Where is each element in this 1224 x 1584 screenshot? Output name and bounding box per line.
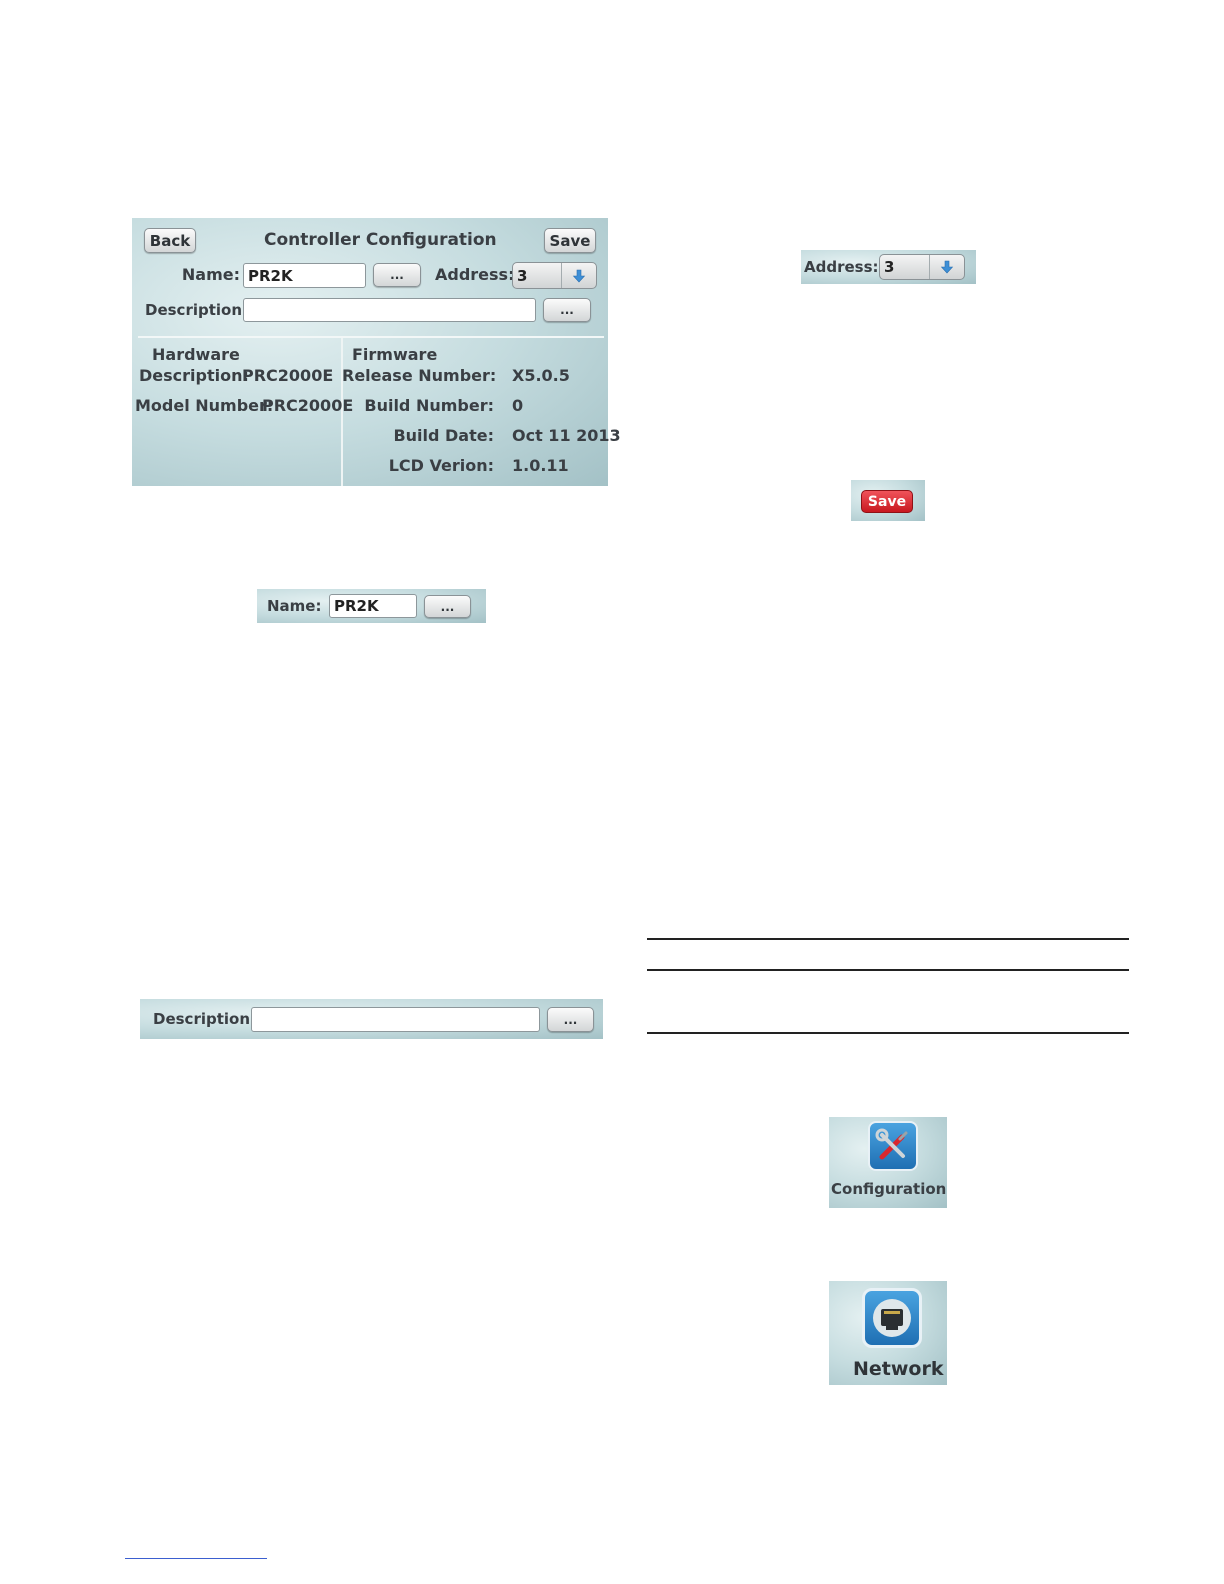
configuration-label: Configuration (831, 1180, 947, 1198)
network-tile[interactable]: Network (829, 1281, 947, 1385)
build-date-value: Oct 11 2013 (512, 426, 621, 445)
network-label: Network (853, 1358, 944, 1380)
name-edit-button[interactable]: ... (373, 263, 421, 287)
build-date-label: Build Date: (393, 426, 494, 445)
horizontal-divider (138, 336, 604, 338)
save-red-button-label: Save (867, 493, 907, 510)
table-rule-top (647, 938, 1129, 940)
hardware-heading: Hardware (152, 345, 240, 364)
description-snippet-edit-button[interactable]: ... (547, 1007, 594, 1032)
address-value: 3 (513, 263, 562, 288)
address-snippet: Address: 3 (801, 250, 976, 284)
build-number-value: 0 (512, 396, 524, 415)
address-snippet-value: 3 (880, 255, 930, 279)
name-snippet-field[interactable]: PR2K (329, 594, 417, 618)
address-label: Address: (435, 265, 515, 284)
lcd-version-label: LCD Verion: (388, 456, 494, 475)
save-red-button[interactable]: Save (861, 490, 913, 513)
description-snippet-field[interactable] (251, 1007, 540, 1032)
release-number-value: X5.0.5 (512, 366, 570, 385)
ethernet-port-icon (862, 1288, 922, 1348)
name-label: Name: (181, 265, 240, 284)
description-edit-button[interactable]: ... (543, 298, 591, 322)
table-rule-middle (647, 969, 1129, 971)
description-label: Description: (145, 301, 249, 319)
save-button[interactable]: Save (544, 228, 596, 253)
address-snippet-label: Address: (804, 258, 879, 276)
build-number-label: Build Number: (364, 396, 494, 415)
description-snippet-label: Description: (153, 1010, 257, 1028)
name-field[interactable]: PR2K (243, 263, 366, 288)
model-number-value: PRC2000E (262, 396, 354, 415)
name-snippet-label: Name: (267, 597, 322, 615)
release-number-label: Release Number: (342, 366, 497, 385)
configuration-tile[interactable]: Configuration (829, 1117, 947, 1208)
hw-description-label: Description: (139, 366, 249, 385)
hw-description-value: PRC2000E (242, 366, 334, 385)
controller-configuration-screen: Back Controller Configuration Save Name:… (132, 218, 621, 486)
description-field[interactable] (243, 298, 536, 322)
arrow-down-icon[interactable] (930, 255, 964, 279)
back-button[interactable]: Back (144, 228, 196, 253)
footnote-rule (125, 1558, 267, 1559)
description-snippet: Description: ... (140, 999, 603, 1039)
address-select[interactable]: 3 (512, 262, 597, 289)
name-snippet-edit-button[interactable]: ... (424, 595, 471, 618)
lcd-version-value: 1.0.11 (512, 456, 569, 475)
page-title: Controller Configuration (264, 230, 497, 250)
address-snippet-select[interactable]: 3 (879, 254, 965, 280)
name-snippet: Name: PR2K ... (257, 589, 486, 623)
table-rule-bottom (647, 1032, 1129, 1034)
wrench-screwdriver-icon (868, 1121, 918, 1171)
firmware-heading: Firmware (352, 345, 438, 364)
arrow-down-icon[interactable] (562, 263, 596, 288)
save-snippet: Save (851, 480, 925, 521)
model-number-label: Model Number: (135, 396, 274, 415)
